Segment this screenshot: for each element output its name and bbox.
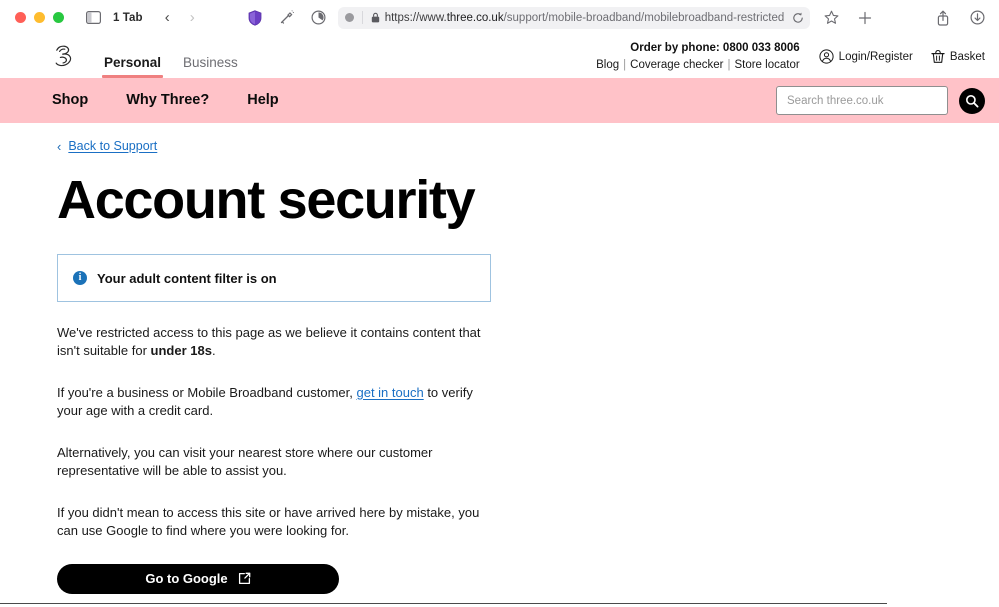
paragraph-1: We've restricted access to this page as … xyxy=(57,324,489,360)
shield-icon[interactable] xyxy=(248,9,262,26)
info-icon: i xyxy=(73,271,87,285)
url-domain: three.co.uk xyxy=(446,11,504,24)
forward-button[interactable]: › xyxy=(190,10,195,25)
paragraph-2-text-a: If you're a business or Mobile Broadband… xyxy=(57,384,357,400)
info-icon-glyph: i xyxy=(78,272,82,283)
reload-button[interactable] xyxy=(792,12,804,24)
basket-button[interactable]: Basket xyxy=(931,49,985,64)
minimize-window-button[interactable] xyxy=(34,12,45,23)
window-controls[interactable] xyxy=(15,12,64,23)
go-to-google-label: Go to Google xyxy=(145,571,228,586)
link-store-locator[interactable]: Store locator xyxy=(734,59,799,71)
link-coverage-checker[interactable]: Coverage checker xyxy=(630,59,723,71)
downloads-icon xyxy=(970,10,985,25)
maximize-window-button[interactable] xyxy=(53,12,64,23)
search-button[interactable] xyxy=(959,87,985,114)
address-bar[interactable]: https://www.three.co.uk/support/mobile-b… xyxy=(337,6,811,29)
browser-toolbar: 1 Tab ‹ › https://www.three.co.uk/suppor… xyxy=(0,0,999,35)
search-input[interactable] xyxy=(776,86,948,115)
shield-glyph xyxy=(248,9,262,26)
get-in-touch-link[interactable]: get in touch xyxy=(356,385,423,400)
address-bar-divider xyxy=(361,11,363,24)
basket-icon xyxy=(931,49,945,63)
page-content: ‹ Back to Support Account security i You… xyxy=(0,139,999,607)
three-logo[interactable] xyxy=(52,44,76,70)
history-icon[interactable] xyxy=(311,10,326,25)
address-bar-url: https://www.three.co.uk/support/mobile-b… xyxy=(385,12,785,24)
external-link-icon xyxy=(238,572,251,585)
page-title: Account security xyxy=(57,170,476,230)
share-icon xyxy=(937,10,949,26)
url-path: /support/mobile-broadband/mobilebroadban… xyxy=(503,11,785,24)
utility-links: Blog | Coverage checker | Store locator xyxy=(596,58,800,72)
sidebar-toggle-icon xyxy=(86,11,101,24)
search-icon xyxy=(966,94,979,107)
basket-label: Basket xyxy=(949,50,985,63)
paragraph-1-text-a: We've restricted access to this page as … xyxy=(57,325,481,358)
downloads-button[interactable] xyxy=(970,10,985,25)
paragraph-4: If you didn't mean to access this site o… xyxy=(57,504,480,538)
link-blog[interactable]: Blog xyxy=(596,59,619,71)
lock-icon xyxy=(371,12,380,23)
wand-glyph xyxy=(280,10,294,24)
order-by-phone: Order by phone: 0800 033 8006 xyxy=(630,42,800,55)
link-separator-2: | xyxy=(727,58,731,71)
link-separator-1: | xyxy=(623,58,627,71)
lock-glyph xyxy=(371,12,379,23)
paragraph-1-text-b: . xyxy=(211,342,216,358)
share-button[interactable] xyxy=(936,10,950,26)
new-tab-button[interactable] xyxy=(858,11,872,25)
tab-business[interactable]: Business xyxy=(183,55,238,79)
paragraph-1-bold: under 18s xyxy=(150,342,212,358)
plus-icon xyxy=(859,11,872,24)
reload-icon xyxy=(793,12,803,23)
nav-item-why-three[interactable]: Why Three? xyxy=(126,93,209,108)
url-prefix: https://www. xyxy=(384,11,447,24)
reader-mode-icon[interactable] xyxy=(344,13,354,22)
wand-icon[interactable] xyxy=(279,10,294,25)
external-link-glyph xyxy=(238,572,251,585)
close-window-button[interactable] xyxy=(15,12,26,23)
audience-tabs: Personal Business xyxy=(101,35,238,79)
nav-item-help[interactable]: Help xyxy=(247,93,278,108)
footer-divider xyxy=(0,603,887,604)
user-account-icon xyxy=(819,49,834,64)
tab-count-label: 1 Tab xyxy=(113,11,143,24)
star-glyph xyxy=(824,10,839,24)
paragraph-3: Alternatively, you can visit your neares… xyxy=(57,444,433,478)
login-register-label: Login/Register xyxy=(838,50,913,63)
tab-personal[interactable]: Personal xyxy=(101,55,164,79)
bookmark-star-icon[interactable] xyxy=(824,10,839,25)
body-copy: We've restricted access to this page as … xyxy=(57,324,489,540)
login-register-button[interactable]: Login/Register xyxy=(819,49,913,64)
alert-message: Your adult content filter is on xyxy=(97,270,277,286)
site-header: Personal Business Order by phone: 0800 0… xyxy=(0,35,999,78)
back-to-support-link[interactable]: ‹ Back to Support xyxy=(57,139,157,153)
go-to-google-button[interactable]: Go to Google xyxy=(57,563,339,594)
adult-filter-alert: i Your adult content filter is on xyxy=(57,254,491,302)
history-glyph xyxy=(311,10,326,25)
chevron-left-icon: ‹ xyxy=(57,138,62,154)
sidebar-toggle-button[interactable] xyxy=(86,11,101,24)
paragraph-2: If you're a business or Mobile Broadband… xyxy=(57,384,489,420)
nav-item-shop[interactable]: Shop xyxy=(52,93,88,108)
back-button[interactable]: ‹ xyxy=(165,10,170,25)
primary-navigation: Shop Why Three? Help xyxy=(0,78,999,123)
back-to-support-label: Back to Support xyxy=(68,139,158,153)
